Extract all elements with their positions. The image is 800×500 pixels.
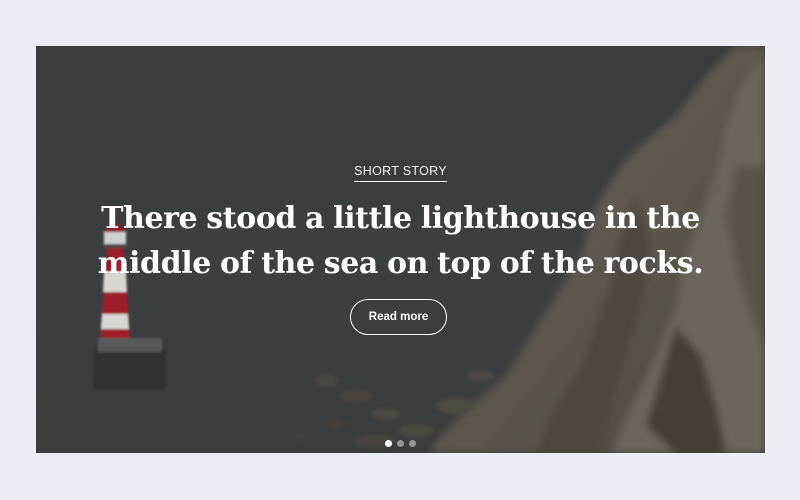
read-more-button[interactable]: Read more [350,299,447,335]
slide-headline: There stood a little lighthouse in the m… [97,201,704,281]
hero-slider: SHORT STORY There stood a little lightho… [36,46,765,453]
slider-dot-1[interactable] [385,440,392,447]
slider-dot-3[interactable] [409,440,416,447]
story-category: SHORT STORY [36,164,765,182]
slider-dot-2[interactable] [397,440,404,447]
slide-caption: SHORT STORY There stood a little lightho… [36,46,765,453]
slider-pagination [36,440,765,447]
category-label[interactable]: SHORT STORY [354,164,447,182]
